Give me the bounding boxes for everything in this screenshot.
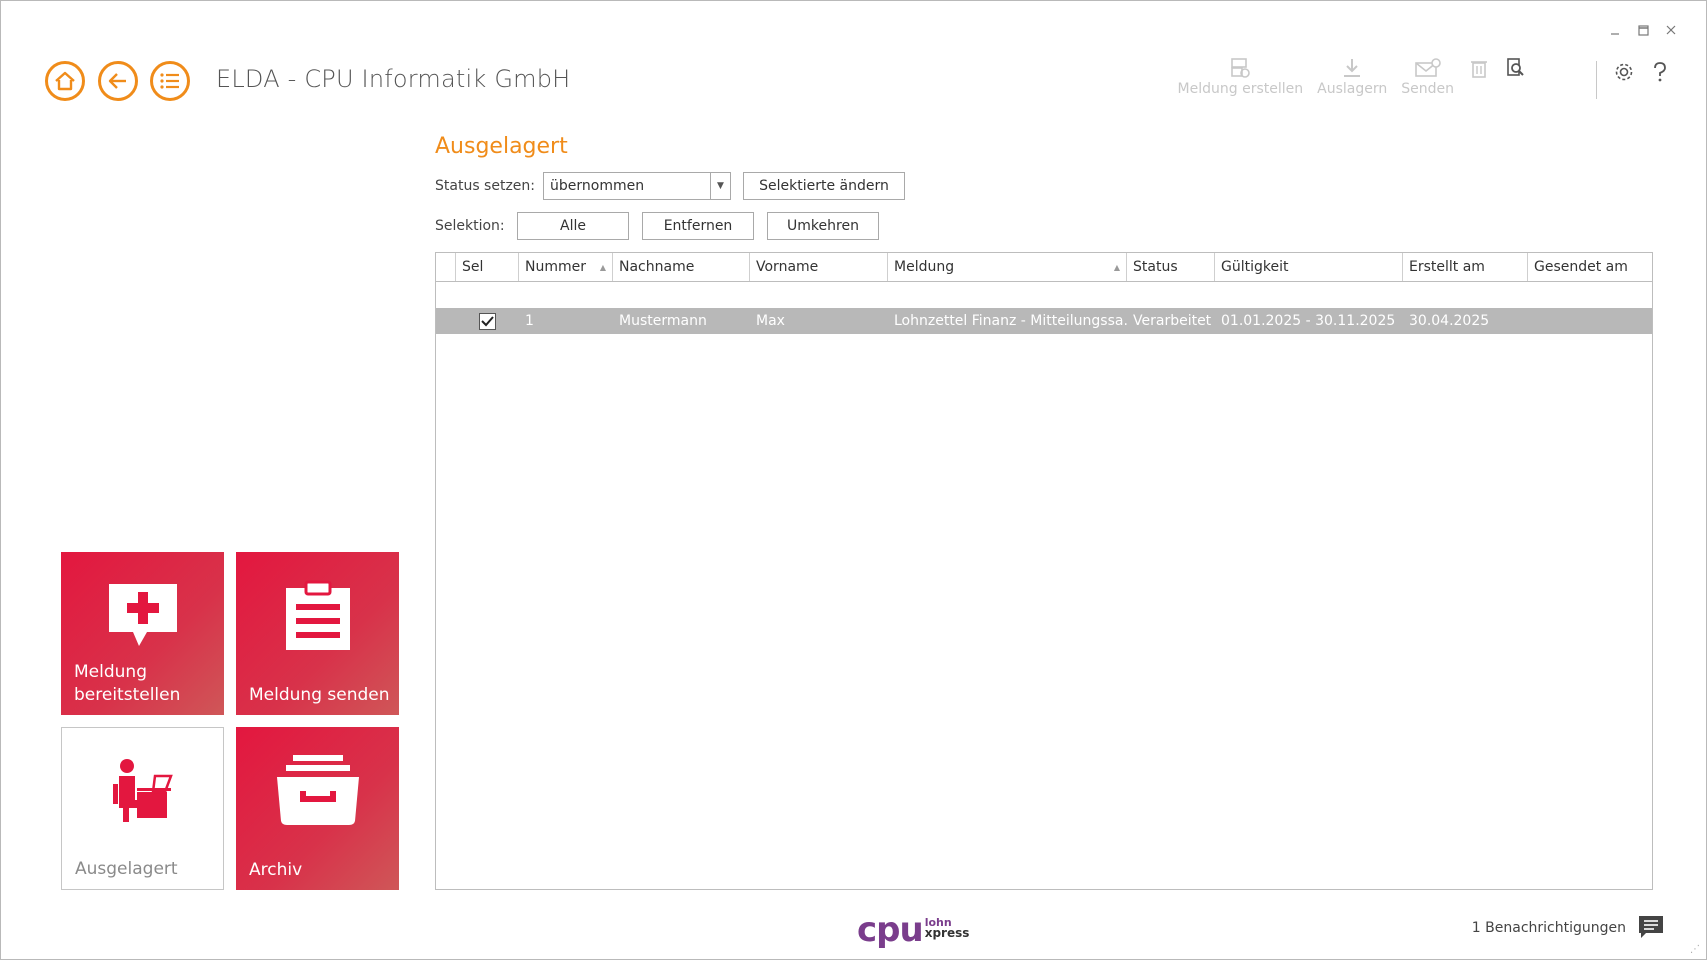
archive-box-icon <box>236 755 399 825</box>
gear-icon[interactable] <box>1613 61 1635 83</box>
search-document-button[interactable] <box>1504 57 1526 81</box>
mail-send-icon <box>1414 58 1441 77</box>
status-dropdown[interactable]: übernommen ▼ <box>543 172 731 200</box>
grid-header-nummer-label: Nummer <box>525 259 586 275</box>
send-label: Senden <box>1401 81 1454 97</box>
create-message-label: Meldung erstellen <box>1177 81 1304 97</box>
row-erstellt: 30.04.2025 <box>1409 313 1490 329</box>
remove-selection-button[interactable]: Entfernen <box>642 212 754 240</box>
grid-header-indicator <box>436 253 456 281</box>
home-icon <box>55 71 75 91</box>
tile-provide-label-line2: bereitstellen <box>74 685 181 705</box>
grid-header-nachname[interactable]: Nachname <box>613 253 750 281</box>
row-status: Verarbeitet <box>1133 313 1212 329</box>
notifications-link[interactable]: 1 Benachrichtigungen <box>1472 920 1626 936</box>
delete-button[interactable] <box>1468 57 1490 81</box>
grid-header-gueltigkeit[interactable]: Gültigkeit <box>1215 253 1403 281</box>
resize-grip-icon[interactable]: ⋰ <box>1690 944 1700 955</box>
download-icon <box>1344 59 1361 77</box>
window-controls <box>1608 23 1678 37</box>
grid-header-status[interactable]: Status <box>1127 253 1215 281</box>
status-label: Status setzen: <box>435 178 536 194</box>
status-dropdown-value: übernommen <box>550 178 645 194</box>
cpu-lohnxpress-logo: cpu lohn xpress <box>857 913 969 947</box>
sort-asc-icon: ▲ <box>1113 263 1120 272</box>
trash-icon <box>1471 61 1487 78</box>
tile-provide-label-line1: Meldung <box>74 662 147 682</box>
tile-exported-label: Ausgelagert <box>75 859 178 879</box>
help-icon[interactable] <box>1651 61 1669 83</box>
grid-header-vorname[interactable]: Vorname <box>750 253 888 281</box>
row-nummer: 1 <box>525 313 534 329</box>
invert-selection-button[interactable]: Umkehren <box>767 212 879 240</box>
tile-provide-label: Meldung bereitstellen <box>74 661 180 707</box>
list-icon <box>160 73 179 89</box>
tile-send-label: Meldung senden <box>249 685 390 705</box>
grid-header-gesendet[interactable]: Gesendet am <box>1528 253 1652 281</box>
tile-exported[interactable]: Ausgelagert <box>61 727 224 890</box>
row-vorname: Max <box>756 313 785 329</box>
row-nachname: Mustermann <box>619 313 707 329</box>
home-button[interactable] <box>45 61 85 101</box>
grid-header-meldung-label: Meldung <box>894 259 955 275</box>
grid-header-meldung[interactable]: Meldung ▲ <box>888 253 1127 281</box>
grid-header: Sel Nummer ▲ Nachname Vorname Meldung ▲ … <box>436 253 1652 282</box>
row-checkbox[interactable] <box>479 312 496 330</box>
section-title: Ausgelagert <box>435 134 568 159</box>
export-button[interactable]: Auslagern <box>1317 57 1387 97</box>
chevron-down-icon[interactable]: ▼ <box>710 173 730 199</box>
row-sel-cell <box>456 312 519 330</box>
person-desk-icon <box>62 758 223 826</box>
logo-sub-text: lohn xpress <box>925 917 970 939</box>
export-label: Auslagern <box>1317 81 1388 97</box>
form-add-icon <box>1231 58 1251 78</box>
toolbar-separator <box>1596 61 1597 99</box>
table-row[interactable]: 1 Mustermann Max Lohnzettel Finanz - Mit… <box>436 308 1652 334</box>
maximize-icon[interactable] <box>1636 23 1650 37</box>
send-button[interactable]: Senden <box>1401 57 1454 97</box>
grid-header-erstellt[interactable]: Erstellt am <box>1403 253 1528 281</box>
app-window: ELDA - CPU Informatik GmbH Meldung erste… <box>0 0 1707 960</box>
clipboard-icon <box>236 580 399 652</box>
document-search-icon <box>1507 58 1524 76</box>
app-title: ELDA - CPU Informatik GmbH <box>216 65 571 93</box>
tile-archive[interactable]: Archiv <box>236 727 399 890</box>
minimize-icon[interactable] <box>1608 23 1622 37</box>
arrow-left-icon <box>108 73 126 89</box>
grid-header-sel[interactable]: Sel <box>456 253 519 281</box>
row-meldung: Lohnzettel Finanz - Mitteilungssa... <box>894 313 1127 329</box>
chat-icon[interactable] <box>1638 915 1664 943</box>
row-gueltigkeit: 01.01.2025 - 30.11.2025 <box>1221 313 1396 329</box>
grid-header-nummer[interactable]: Nummer ▲ <box>519 253 613 281</box>
close-icon[interactable] <box>1664 23 1678 37</box>
toolbar-right <box>1613 61 1669 83</box>
data-grid: Sel Nummer ▲ Nachname Vorname Meldung ▲ … <box>435 252 1653 890</box>
tile-archive-label: Archiv <box>249 860 303 880</box>
check-icon <box>481 315 494 326</box>
logo-main-text: cpu <box>857 910 924 950</box>
sort-asc-icon: ▲ <box>599 263 606 272</box>
create-message-button[interactable]: Meldung erstellen <box>1177 57 1304 97</box>
back-button[interactable] <box>98 61 138 101</box>
tile-provide-message[interactable]: Meldung bereitstellen <box>61 552 224 715</box>
select-all-button[interactable]: Alle <box>517 212 629 240</box>
selection-label: Selektion: <box>435 218 505 234</box>
logo-sub-line2: xpress <box>924 926 970 940</box>
tile-send-message[interactable]: Meldung senden <box>236 552 399 715</box>
toolbar: Meldung erstellen Auslagern Senden <box>1178 57 1526 97</box>
apply-status-button[interactable]: Selektierte ändern <box>743 172 905 200</box>
menu-button[interactable] <box>150 61 190 101</box>
message-add-icon <box>61 580 224 652</box>
